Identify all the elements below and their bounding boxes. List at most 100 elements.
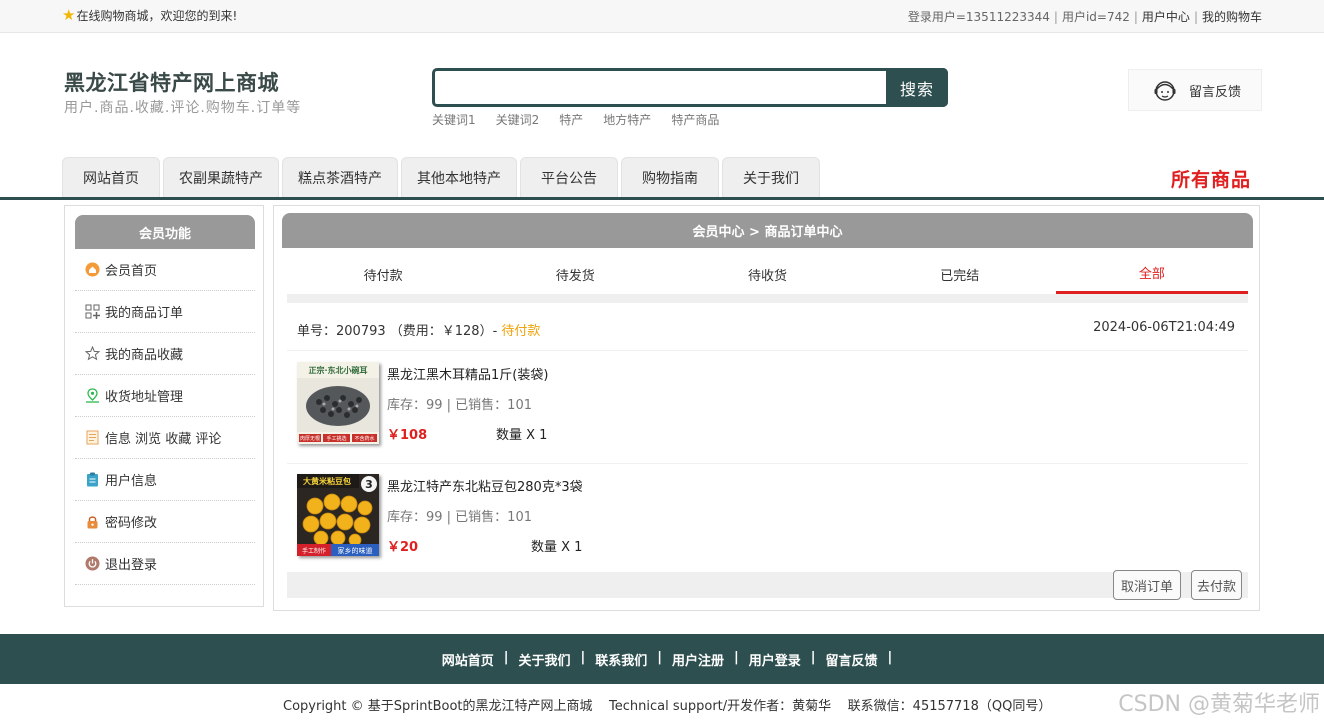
order-number: 单号：200793 （费用：￥128）- [297,324,498,339]
login-user: 登录用户=13511223344 [907,10,1050,24]
my-cart-link[interactable]: 我的购物车 [1202,10,1262,24]
star-icon: ★ [62,6,76,24]
nav-tab-about[interactable]: 关于我们 [722,157,820,197]
feedback-label: 留言反馈 [1189,85,1242,100]
footer-link-feedback[interactable]: 留言反馈 [826,650,878,669]
hot-keyword[interactable]: 特产 [559,111,583,128]
order-info: 单号：200793 （费用：￥128）- 待付款 [297,320,540,339]
footer-links: 网站首页 | 关于我们 | 联系我们 | 用户注册 | 用户登录 | 留言反馈 | [441,649,893,669]
order-actions-bar [287,572,1248,598]
product-thumbnail-fungus[interactable]: 正宗·东北小碗耳 肉厚无根 手工挑选 不含药水 [297,362,379,444]
product-quantity: 数量 X 1 [531,540,583,555]
footer-link-contact[interactable]: 联系我们 [595,650,647,669]
thumb-caption: 正宗·东北小碗耳 [308,365,367,375]
feedback-button[interactable]: 留言反馈 [1128,69,1262,111]
site-title[interactable]: 黑龙江省特产网上商城 [64,67,279,97]
order-header: 单号：200793 （费用：￥128）- 待付款 2024-06-06T21:0… [287,307,1248,351]
sidebar-item-label: 退出登录 [105,558,158,573]
sidebar-title: 会员功能 [75,215,255,249]
search-input[interactable] [435,71,885,104]
order-item: 大黄米粘豆包 3 手工制作 家乡的味道 黑龙江特产东北粘豆包280克*3袋 库存… [287,466,1248,576]
nav-tab-pastry[interactable]: 糕点茶酒特产 [282,157,398,197]
hot-keyword[interactable]: 特产商品 [671,111,719,128]
product-name[interactable]: 黑龙江黑木耳精品1斤(装袋) [387,364,548,383]
all-goods-link[interactable]: 所有商品 [1171,165,1251,192]
footer-link-about[interactable]: 关于我们 [518,650,570,669]
thumb-caption: 3 [365,478,373,491]
tab-pending-payment[interactable]: 待付款 [287,254,479,294]
member-sidebar: 会员功能 会员首页 我的商品订单 我的商品收藏 收货地址管理 信息 浏览 收藏 … [64,205,264,607]
sidebar-item-address[interactable]: 收货地址管理 [75,375,255,417]
tab-pending-shipment[interactable]: 待发货 [479,254,671,294]
sidebar-item-label: 我的商品收藏 [105,348,184,363]
sidebar-item-label: 收货地址管理 [105,390,184,405]
order-item: 正宗·东北小碗耳 肉厚无根 手工挑选 不含药水 黑龙江黑木耳精品1斤(装袋) 库… [287,354,1248,464]
hot-keywords: 关键词1 关键词2 特产 地方特产 特产商品 [432,111,719,128]
product-thumbnail-bean-bun[interactable]: 大黄米粘豆包 3 手工制作 家乡的味道 [297,474,379,556]
product-quantity: 数量 X 1 [496,428,548,443]
order-status-tabs: 待付款 待发货 待收货 已完结 全部 [287,254,1249,294]
copyright: Copyright © 基于SprintBoot的黑龙江特产网上商城 Techn… [283,699,1052,714]
tab-divider [287,294,1248,303]
nav-divider [0,197,1324,200]
user-links: 登录用户=13511223344 | 用户id=742 | 用户中心 | 我的购物车 [907,10,1262,24]
star-icon [85,346,100,361]
footer-link-login[interactable]: 用户登录 [749,650,801,669]
footer-link-home[interactable]: 网站首页 [442,650,494,669]
power-icon [85,556,100,571]
nav-tab-guide[interactable]: 购物指南 [621,157,719,197]
nav-tab-home[interactable]: 网站首页 [62,157,160,197]
thumb-caption: 家乡的味道 [338,546,373,555]
welcome-text: 在线购物商城，欢迎您的到来! [76,9,238,23]
nav-tab-notice[interactable]: 平台公告 [520,157,618,197]
sidebar-item-label: 密码修改 [105,516,158,531]
sidebar-item-favorites[interactable]: 我的商品收藏 [75,333,255,375]
hot-keyword[interactable]: 地方特产 [603,111,651,128]
sidebar-item-user-info[interactable]: 用户信息 [75,459,255,501]
customer-service-icon [1154,81,1176,101]
product-stock: 库存：99 | 已销售：101 [387,510,532,525]
hot-keyword[interactable]: 关键词2 [496,111,540,128]
order-status-badge: 待付款 [501,324,541,339]
thumb-caption: 不含药水 [354,435,374,442]
clipboard-icon [85,472,100,487]
grid-icon [85,304,100,319]
search-box: 搜索 [432,68,948,107]
nav-tab-produce[interactable]: 农副果蔬特产 [163,157,279,197]
order-timestamp: 2024-06-06T21:04:49 [1093,320,1235,335]
product-price: ￥108 [387,428,428,443]
sidebar-item-logout[interactable]: 退出登录 [75,543,255,585]
user-center-link[interactable]: 用户中心 [1142,10,1190,24]
sidebar-item-label: 用户信息 [105,474,158,489]
main-nav: 网站首页 农副果蔬特产 糕点茶酒特产 其他本地特产 平台公告 购物指南 关于我们 [62,157,820,197]
site-footer: 网站首页 | 关于我们 | 联系我们 | 用户注册 | 用户登录 | 留言反馈 | [0,634,1324,684]
sidebar-item-orders[interactable]: 我的商品订单 [75,291,255,333]
document-icon [85,430,100,445]
product-name[interactable]: 黑龙江特产东北粘豆包280克*3袋 [387,476,583,495]
welcome-message: ★ 在线购物商城，欢迎您的到来! [62,7,237,24]
breadcrumb: 会员中心 > 商品订单中心 [282,213,1253,248]
top-bar: ★ 在线购物商城，欢迎您的到来! 登录用户=13511223344 | 用户id=7… [0,0,1324,33]
cancel-order-button[interactable]: 取消订单 [1113,570,1181,600]
sidebar-item-label: 信息 浏览 收藏 评论 [105,432,222,447]
pay-button[interactable]: 去付款 [1191,570,1242,600]
product-price: ￥20 [387,540,419,555]
footer-link-register[interactable]: 用户注册 [672,650,724,669]
search-button[interactable]: 搜索 [886,68,948,107]
user-id: 用户id=742 [1061,10,1130,24]
sidebar-item-info[interactable]: 信息 浏览 收藏 评论 [75,417,255,459]
tab-completed[interactable]: 已完结 [864,254,1056,294]
sidebar-item-password[interactable]: 密码修改 [75,501,255,543]
tab-all[interactable]: 全部 [1055,254,1249,294]
hot-keyword[interactable]: 关键词1 [432,111,476,128]
lock-icon [85,514,100,529]
location-icon [85,388,100,403]
site-subtitle: 用户.商品.收藏.评论.购物车.订单等 [64,100,302,116]
thumb-caption: 大黄米粘豆包 [303,476,351,486]
sidebar-item-member-home[interactable]: 会员首页 [75,249,255,291]
home-icon [85,262,100,277]
sidebar-item-label: 会员首页 [105,264,158,279]
tab-pending-receipt[interactable]: 待收货 [671,254,863,294]
nav-tab-other[interactable]: 其他本地特产 [401,157,517,197]
order-center-panel: 会员中心 > 商品订单中心 待付款 待发货 待收货 已完结 全部 单号：2007… [273,205,1260,611]
